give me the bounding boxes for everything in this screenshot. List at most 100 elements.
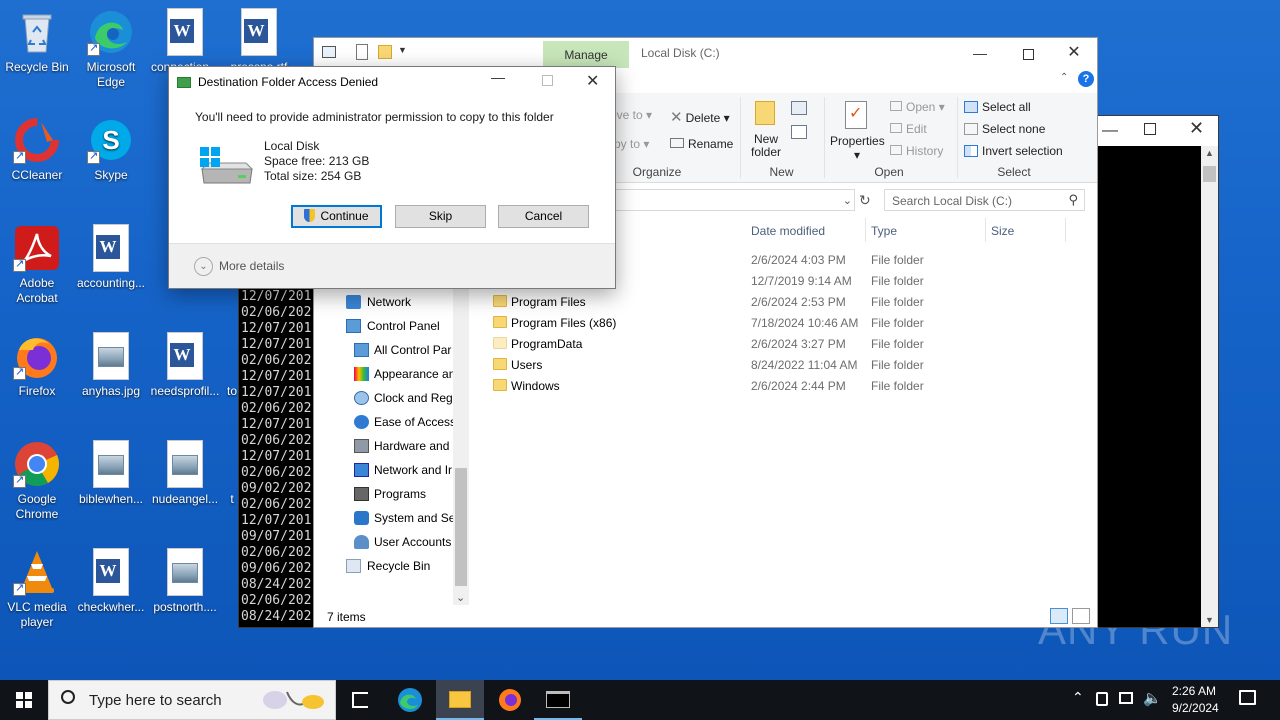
start-button[interactable] xyxy=(0,680,48,720)
address-bar[interactable]: ⌄ xyxy=(609,189,855,211)
explorer-title-bar[interactable]: ▼ Manage Local Disk (C:) — ✕ xyxy=(314,38,1097,68)
desktop-icon-needsprofil[interactable]: W needsprofil... xyxy=(148,332,222,399)
close-button[interactable]: ✕ xyxy=(1051,38,1097,68)
nav-item-recycle-bin[interactable]: Recycle Bin xyxy=(367,559,430,573)
desktop-icon-vlc[interactable]: VLC media player xyxy=(0,548,74,630)
new-folder-button[interactable]: New folder xyxy=(750,133,782,159)
collapse-ribbon-icon[interactable]: ⌃ xyxy=(1060,72,1068,83)
scroll-up-icon[interactable]: ▲ xyxy=(1205,148,1214,158)
nav-item-all-control-panel[interactable]: All Control Par xyxy=(374,343,451,357)
nav-item-network[interactable]: Network xyxy=(367,295,411,309)
nav-item-system[interactable]: System and Se xyxy=(374,511,455,525)
more-details-label[interactable]: More details xyxy=(219,259,284,273)
invert-selection-button[interactable]: Invert selection xyxy=(964,144,1063,158)
delete-button[interactable]: ✕ Delete ▾ xyxy=(670,108,730,126)
clock-time[interactable]: 2:26 AM xyxy=(1172,684,1216,698)
select-none-button[interactable]: Select none xyxy=(964,122,1045,136)
properties-button[interactable]: Properties ▾ xyxy=(830,134,885,162)
maximize-button[interactable] xyxy=(1005,38,1051,68)
cancel-button[interactable]: Cancel xyxy=(498,205,589,228)
desktop-icon-biblewhen[interactable]: biblewhen... xyxy=(74,440,148,507)
open-button[interactable]: Open ▾ xyxy=(890,100,945,114)
file-row[interactable]: ProgramData 2/6/2024 3:27 PM File folder xyxy=(489,334,1089,355)
search-box[interactable]: Search Local Disk (C:) ⚲ xyxy=(884,189,1085,211)
column-header-size[interactable]: Size xyxy=(991,224,1014,238)
column-header-date[interactable]: Date modified xyxy=(751,224,825,238)
nav-item-appearance[interactable]: Appearance an xyxy=(374,367,455,381)
nav-item-control-panel[interactable]: Control Panel xyxy=(367,319,440,333)
copy-to-button[interactable]: py to ▾ xyxy=(614,137,649,151)
taskbar-file-explorer[interactable] xyxy=(436,680,484,720)
desktop-icon-edge[interactable]: Microsoft Edge xyxy=(74,8,148,90)
more-details-toggle[interactable]: ⌄ xyxy=(194,257,213,276)
nav-scroll-thumb[interactable] xyxy=(455,468,467,586)
minimize-button[interactable]: — xyxy=(957,38,1003,68)
qa-dropdown-icon[interactable]: ▼ xyxy=(398,45,407,55)
desktop-icon-nudeangel[interactable]: nudeangel... xyxy=(148,440,222,507)
file-row[interactable]: Windows 2/6/2024 2:44 PM File folder xyxy=(489,376,1089,397)
column-header-type[interactable]: Type xyxy=(871,224,897,238)
volume-icon[interactable]: 🔈 xyxy=(1143,689,1162,707)
task-view-button[interactable] xyxy=(336,680,384,720)
refresh-icon[interactable]: ↻ xyxy=(859,192,871,209)
tray-overflow-icon[interactable]: ⌃ xyxy=(1072,689,1084,706)
tab-manage[interactable]: Manage xyxy=(543,41,629,68)
address-dropdown-icon[interactable]: ⌄ xyxy=(843,194,852,207)
new-item-icon[interactable] xyxy=(791,101,807,115)
desktop-icon-checkwher[interactable]: W checkwher... xyxy=(74,548,148,615)
nav-scrollbar[interactable]: ⌄ xyxy=(453,288,469,605)
desktop-icon-accounting[interactable]: W accounting... xyxy=(74,224,148,291)
tray-device-icon[interactable] xyxy=(1096,692,1108,706)
scroll-down-icon[interactable]: ⌄ xyxy=(456,591,465,604)
move-to-button[interactable]: ove to ▾ xyxy=(610,108,652,122)
file-row[interactable]: Users 8/24/2022 11:04 AM File folder xyxy=(489,355,1089,376)
properties-qa-icon[interactable] xyxy=(356,44,368,60)
easy-access-icon[interactable] xyxy=(791,125,807,139)
nav-item-user-accounts[interactable]: User Accounts xyxy=(374,535,451,549)
maximize-icon[interactable] xyxy=(1144,123,1156,135)
nav-item-hardware[interactable]: Hardware and xyxy=(374,439,449,453)
nav-item-network-internet[interactable]: Network and Ir xyxy=(374,463,452,477)
nav-item-clock[interactable]: Clock and Regi xyxy=(374,391,455,405)
taskbar-edge[interactable] xyxy=(386,680,434,720)
taskbar-cmd[interactable] xyxy=(534,680,582,720)
desktop-icon-firefox[interactable]: Firefox xyxy=(0,332,74,399)
taskbar-search-box[interactable]: Type here to search xyxy=(48,680,336,720)
skip-button[interactable]: Skip xyxy=(395,205,486,228)
cmd-scrollbar[interactable]: ▲ ▼ xyxy=(1201,146,1218,627)
access-denied-dialog[interactable]: Destination Folder Access Denied — ✕ You… xyxy=(168,66,616,289)
clock-date[interactable]: 9/2/2024 xyxy=(1172,701,1219,715)
taskbar-firefox[interactable] xyxy=(486,680,534,720)
new-folder-qa-icon[interactable] xyxy=(378,45,392,59)
nav-item-ease-of-access[interactable]: Ease of Access xyxy=(374,415,456,429)
minimize-icon[interactable]: — xyxy=(1102,122,1118,140)
desktop-icon-anyhas[interactable]: anyhas.jpg xyxy=(74,332,148,399)
rename-button[interactable]: Rename xyxy=(670,137,733,151)
desktop-icon-skype[interactable]: S Skype xyxy=(74,116,148,183)
network-icon[interactable] xyxy=(1119,692,1133,704)
file-row[interactable]: Program Files 2/6/2024 2:53 PM File folder xyxy=(489,292,1089,313)
nav-item-programs[interactable]: Programs xyxy=(374,487,426,501)
explorer-quick-access-icon[interactable] xyxy=(322,46,336,58)
desktop-icon-pressno[interactable]: W pressno.rtf xyxy=(222,8,296,75)
file-row[interactable]: Program Files (x86) 7/18/2024 10:46 AM Fil… xyxy=(489,313,1089,334)
desktop-icon-postnorth[interactable]: postnorth.... xyxy=(148,548,222,615)
close-icon[interactable]: ✕ xyxy=(1189,118,1204,139)
continue-button[interactable]: Continue xyxy=(291,205,382,228)
desktop-icon-connection[interactable]: W connection... xyxy=(148,8,222,75)
scroll-thumb[interactable] xyxy=(1203,166,1216,182)
close-button[interactable]: ✕ xyxy=(586,71,599,91)
desktop-icon-adobe-acrobat[interactable]: Adobe Acrobat xyxy=(0,224,74,306)
desktop-icon-recycle-bin[interactable]: Recycle Bin xyxy=(0,8,74,75)
select-all-button[interactable]: Select all xyxy=(964,100,1031,114)
details-view-icon[interactable] xyxy=(1050,608,1068,624)
desktop-icon-google-chrome[interactable]: Google Chrome xyxy=(0,440,74,522)
large-icons-view-icon[interactable] xyxy=(1072,608,1090,624)
help-icon[interactable]: ? xyxy=(1078,71,1094,87)
scroll-down-icon[interactable]: ▼ xyxy=(1205,615,1214,625)
edit-button[interactable]: Edit xyxy=(890,122,927,136)
notification-icon[interactable] xyxy=(1239,690,1256,705)
minimize-button[interactable]: — xyxy=(491,69,505,85)
desktop-icon-ccleaner[interactable]: CCleaner xyxy=(0,116,74,183)
history-button[interactable]: History xyxy=(890,144,943,158)
